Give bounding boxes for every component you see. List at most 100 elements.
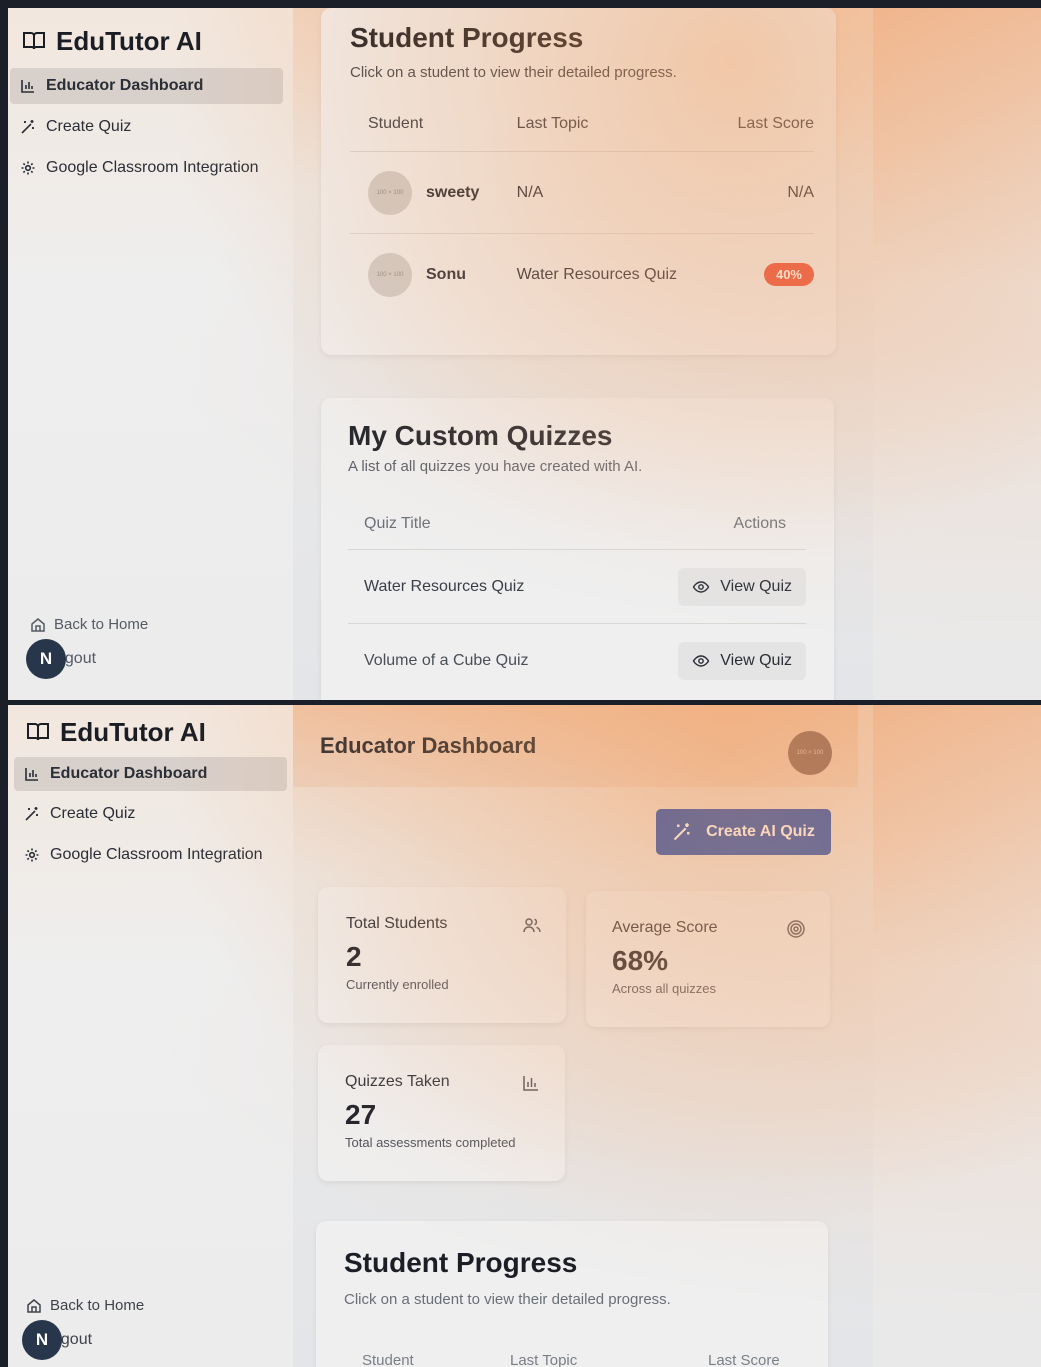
quizzes-taken-card: Quizzes Taken 27 Total assessments compl… bbox=[318, 1045, 565, 1181]
user-avatar[interactable]: N bbox=[22, 1320, 62, 1360]
sidebar-nav: Educator Dashboard Create Quiz Google Cl… bbox=[8, 68, 293, 186]
sidebar-item-label: Create Quiz bbox=[46, 118, 132, 135]
screenshot-bottom: EduTutor AI Educator Dashboard Create Qu… bbox=[8, 705, 1041, 1367]
sidebar-item-create-quiz[interactable]: Create Quiz bbox=[14, 796, 287, 832]
background-strip bbox=[873, 705, 1041, 1367]
student-progress-title: Student Progress bbox=[344, 1247, 578, 1278]
create-ai-quiz-label: Create AI Quiz bbox=[706, 823, 815, 840]
stat-note: Total assessments completed bbox=[345, 1135, 516, 1150]
brand-name: EduTutor AI bbox=[60, 716, 206, 747]
stat-value: 2 bbox=[346, 941, 362, 972]
column-student: Student bbox=[368, 115, 424, 132]
target-icon bbox=[787, 920, 805, 938]
student-avatar: 100 × 100 bbox=[368, 252, 412, 297]
table-row[interactable]: 100 × 100 Sonu Water Resources Quiz 40% bbox=[350, 233, 814, 315]
view-quiz-button[interactable]: View Quiz bbox=[678, 641, 806, 680]
sidebar-item-label: Create Quiz bbox=[50, 805, 136, 822]
stat-value: 68% bbox=[612, 945, 669, 976]
student-progress-card: Student Progress Click on a student to v… bbox=[316, 1221, 828, 1367]
student-last-score: N/A bbox=[787, 183, 814, 201]
main-content: Educator Dashboard 100 × 100 Create AI Q… bbox=[293, 705, 1041, 1367]
brand[interactable]: EduTutor AI bbox=[8, 715, 293, 749]
logout-button[interactable]: N ogout bbox=[26, 639, 148, 679]
table-row[interactable]: 100 × 100 sweety N/A N/A bbox=[350, 151, 814, 233]
home-icon bbox=[27, 1298, 41, 1313]
table-row: Volume of a Cube Quiz View Quiz bbox=[348, 623, 806, 697]
student-last-topic: Water Resources Quiz bbox=[516, 265, 678, 283]
gear-icon bbox=[25, 848, 39, 862]
bar-chart-icon bbox=[523, 1076, 538, 1091]
bar-chart-icon bbox=[25, 768, 38, 781]
column-actions: Actions bbox=[733, 515, 786, 532]
main-content: Student Progress Click on a student to v… bbox=[293, 8, 1041, 700]
sidebar: EduTutor AI Educator Dashboard Create Qu… bbox=[8, 8, 293, 700]
logout-button[interactable]: N ogout bbox=[22, 1320, 144, 1360]
column-last-score: Last Score bbox=[708, 1352, 780, 1367]
back-to-home-label: Back to Home bbox=[54, 616, 149, 633]
users-icon bbox=[523, 918, 541, 933]
sidebar-footer: Back to Home N ogout bbox=[26, 616, 148, 679]
student-progress-card: Student Progress Click on a student to v… bbox=[321, 8, 836, 355]
home-icon bbox=[31, 617, 45, 632]
eye-icon bbox=[692, 654, 710, 667]
column-student: Student bbox=[362, 1352, 414, 1367]
back-to-home-label: Back to Home bbox=[50, 1297, 145, 1314]
sidebar-item-label: Google Classroom Integration bbox=[46, 159, 259, 176]
stat-note: Currently enrolled bbox=[346, 977, 449, 992]
view-quiz-label: View Quiz bbox=[720, 651, 792, 669]
stat-value: 27 bbox=[345, 1099, 377, 1130]
gear-icon bbox=[21, 161, 35, 175]
back-to-home-link[interactable]: Back to Home bbox=[22, 1297, 144, 1314]
column-last-topic: Last Topic bbox=[510, 1352, 578, 1367]
background-strip bbox=[873, 8, 1041, 700]
custom-quizzes-card: My Custom Quizzes A list of all quizzes … bbox=[321, 398, 834, 700]
view-quiz-button[interactable]: View Quiz bbox=[678, 567, 806, 606]
sidebar-item-label: Google Classroom Integration bbox=[50, 846, 263, 863]
average-score-card: Average Score 68% Across all quizzes bbox=[586, 891, 830, 1027]
magic-wand-icon bbox=[673, 823, 690, 841]
stat-note: Across all quizzes bbox=[612, 981, 717, 996]
brand-name: EduTutor AI bbox=[56, 25, 202, 56]
table-row: Water Resources Quiz View Quiz bbox=[348, 549, 806, 623]
brand[interactable]: EduTutor AI bbox=[8, 24, 293, 58]
total-students-card: Total Students 2 Currently enrolled bbox=[318, 887, 566, 1023]
score-badge: 40% bbox=[763, 263, 814, 286]
back-to-home-link[interactable]: Back to Home bbox=[26, 616, 148, 633]
page-header: Educator Dashboard 100 × 100 bbox=[293, 705, 858, 787]
sidebar-item-create-quiz[interactable]: Create Quiz bbox=[10, 109, 283, 145]
sidebar-item-google-classroom[interactable]: Google Classroom Integration bbox=[14, 837, 287, 873]
student-progress-title: Student Progress bbox=[350, 22, 584, 53]
custom-quizzes-subtitle: A list of all quizzes you have created w… bbox=[348, 458, 643, 475]
custom-quizzes-title: My Custom Quizzes bbox=[348, 420, 613, 451]
quiz-table-header: Quiz Title Actions bbox=[348, 515, 806, 545]
user-avatar[interactable]: N bbox=[26, 639, 66, 679]
page-title: Educator Dashboard bbox=[320, 733, 537, 758]
eye-icon bbox=[692, 580, 710, 593]
student-progress-subtitle: Click on a student to view their detaile… bbox=[350, 64, 677, 81]
student-last-topic: N/A bbox=[516, 183, 544, 201]
screenshot-top: EduTutor AI Educator Dashboard Create Qu… bbox=[8, 8, 1041, 700]
magic-wand-icon bbox=[21, 120, 34, 134]
sidebar-footer: Back to Home N ogout bbox=[22, 1297, 144, 1360]
student-table-header: Student Last Topic Last Score bbox=[344, 1352, 828, 1367]
sidebar-item-label: Educator Dashboard bbox=[46, 77, 204, 94]
sidebar-item-educator-dashboard[interactable]: Educator Dashboard bbox=[14, 757, 287, 791]
student-name: sweety bbox=[426, 183, 480, 201]
student-avatar: 100 × 100 bbox=[368, 170, 412, 215]
book-open-icon bbox=[27, 723, 49, 741]
profile-avatar[interactable]: 100 × 100 bbox=[788, 731, 832, 775]
column-last-topic: Last Topic bbox=[516, 115, 589, 132]
score-cell: 40% bbox=[715, 263, 814, 286]
column-last-score: Last Score bbox=[737, 115, 814, 132]
sidebar-item-educator-dashboard[interactable]: Educator Dashboard bbox=[10, 68, 283, 104]
bar-chart-icon bbox=[21, 80, 34, 93]
quiz-title: Water Resources Quiz bbox=[364, 577, 525, 595]
sidebar: EduTutor AI Educator Dashboard Create Qu… bbox=[8, 705, 293, 1367]
student-table-header: Student Last Topic Last Score bbox=[350, 115, 814, 145]
student-progress-subtitle: Click on a student to view their detaile… bbox=[344, 1291, 671, 1308]
sidebar-item-label: Educator Dashboard bbox=[50, 765, 208, 782]
sidebar-item-google-classroom[interactable]: Google Classroom Integration bbox=[10, 150, 283, 186]
create-ai-quiz-button[interactable]: Create AI Quiz bbox=[656, 809, 831, 855]
student-name: Sonu bbox=[426, 265, 466, 283]
book-open-icon bbox=[23, 32, 45, 50]
